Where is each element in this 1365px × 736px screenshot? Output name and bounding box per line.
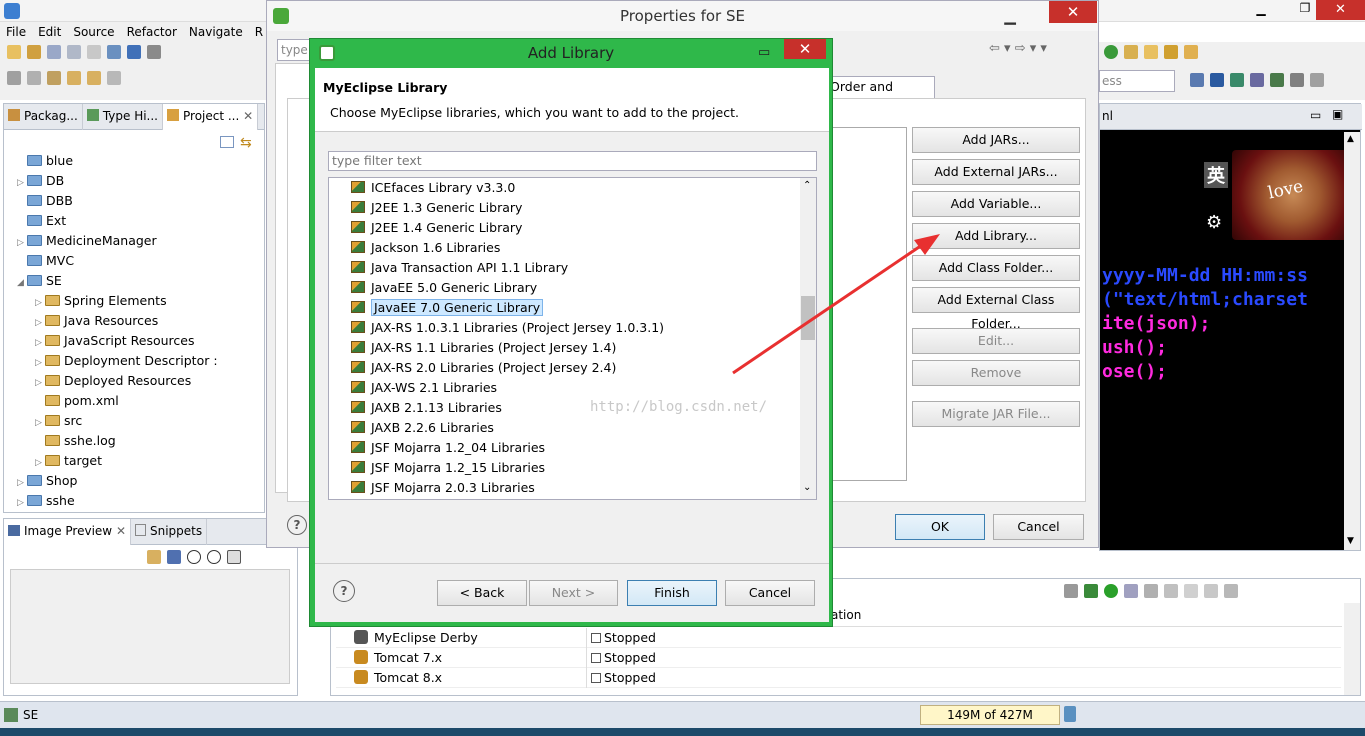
arrow-head <box>914 234 940 255</box>
annotation-arrow <box>732 234 940 375</box>
arrow-line <box>732 241 926 375</box>
